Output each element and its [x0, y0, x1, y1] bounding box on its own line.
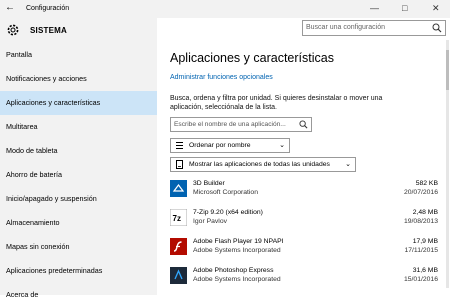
sidebar-item[interactable]: Inicio/apagado y suspensión [0, 187, 157, 211]
gear-icon [7, 24, 19, 36]
sort-icon [176, 142, 183, 149]
sidebar-item[interactable]: Aplicaciones predeterminadas [0, 259, 157, 283]
app-install-date: 20/07/2016 [403, 189, 438, 196]
sort-label: Ordenar por nombre [189, 142, 251, 149]
sidebar-item[interactable]: Notificaciones y acciones [0, 67, 157, 91]
drive-icon [176, 160, 183, 169]
app-publisher: Igor Pavlov [193, 218, 228, 225]
app-install-date: 17/11/2015 [404, 247, 438, 254]
maximize-button[interactable]: □ [402, 3, 407, 13]
app-name: Adobe Photoshop Express [193, 267, 274, 274]
scrollbar[interactable] [446, 40, 449, 288]
scrollbar-thumb[interactable] [446, 50, 449, 90]
main-content: Aplicaciones y características Administr… [157, 18, 450, 295]
page-description: Busca, ordena y filtra por unidad. Si qu… [170, 95, 383, 111]
photoshop-express-icon [170, 267, 187, 284]
close-button[interactable]: ✕ [432, 3, 440, 13]
back-arrow-icon[interactable]: ← [5, 3, 15, 13]
flash-icon [170, 238, 187, 255]
app-name: 7-Zip 9.20 (x64 edition) [193, 209, 263, 216]
chevron-down-icon: ⌄ [345, 161, 351, 168]
sidebar-item[interactable]: Pantalla [0, 43, 157, 67]
chevron-down-icon: ⌄ [279, 142, 285, 149]
app-publisher: Microsoft Corporation [193, 189, 258, 196]
app-list-item[interactable]: Adobe Flash Player 19 NPAPI Adobe Systems… [170, 235, 438, 261]
sidebar-header: SISTEMA [6, 23, 156, 41]
app-size: 17,9 MB [412, 238, 438, 245]
app-size: 582 KB [415, 180, 438, 187]
app-list-item[interactable]: 7z 7-Zip 9.20 (x64 edition) Igor Pavlov 2,4… [170, 206, 438, 232]
app-size: 31,6 MB [412, 267, 438, 274]
sidebar-item[interactable]: Aplicaciones y características [0, 91, 157, 115]
app-publisher: Adobe Systems Incorporated [193, 247, 281, 254]
app-publisher: Adobe Systems Incorporated [193, 276, 281, 283]
svg-text:7z: 7z [173, 214, 181, 223]
sidebar-item[interactable]: Almacenamiento [0, 211, 157, 235]
sidebar-item[interactable]: Multitarea [0, 115, 157, 139]
app-name: 3D Builder [193, 180, 225, 187]
sort-dropdown[interactable]: Ordenar por nombre ⌄ [170, 138, 290, 153]
sidebar-item[interactable]: Ahorro de batería [0, 163, 157, 187]
sidebar-item[interactable]: Modo de tableta [0, 139, 157, 163]
app-list-item[interactable]: Adobe Photoshop Express Adobe Systems Inc… [170, 264, 438, 290]
minimize-button[interactable]: — [370, 3, 379, 13]
7zip-icon: 7z [170, 209, 187, 226]
page-title: Aplicaciones y características [170, 51, 334, 65]
drive-filter-dropdown[interactable]: Mostrar las aplicaciones de todas las un… [170, 157, 356, 172]
app-size: 2,48 MB [412, 209, 438, 216]
3d-builder-icon [170, 180, 187, 197]
search-icon[interactable] [299, 120, 308, 129]
title-bar: ← Configuración — □ ✕ [0, 0, 450, 18]
drive-filter-label: Mostrar las aplicaciones de todas las un… [189, 161, 330, 168]
app-search-placeholder: Escribe el nombre de una aplicación... [174, 121, 286, 128]
sidebar-item[interactable]: Acerca de [0, 283, 157, 307]
app-search-input[interactable]: Escribe el nombre de una aplicación... [170, 117, 312, 132]
manage-optional-features-link[interactable]: Administrar funciones opcionales [170, 74, 273, 81]
sidebar-item[interactable]: Mapas sin conexión [0, 235, 157, 259]
app-install-date: 15/01/2016 [403, 276, 438, 283]
app-name: Adobe Flash Player 19 NPAPI [193, 238, 284, 245]
window-title: Configuración [26, 5, 70, 12]
sidebar: SISTEMA Pantalla Notificaciones y accione… [0, 18, 157, 299]
section-title: SISTEMA [30, 26, 67, 35]
app-list-item[interactable]: 3D Builder Microsoft Corporation 582 KB 20/… [170, 177, 438, 203]
app-install-date: 19/08/2013 [403, 218, 438, 225]
